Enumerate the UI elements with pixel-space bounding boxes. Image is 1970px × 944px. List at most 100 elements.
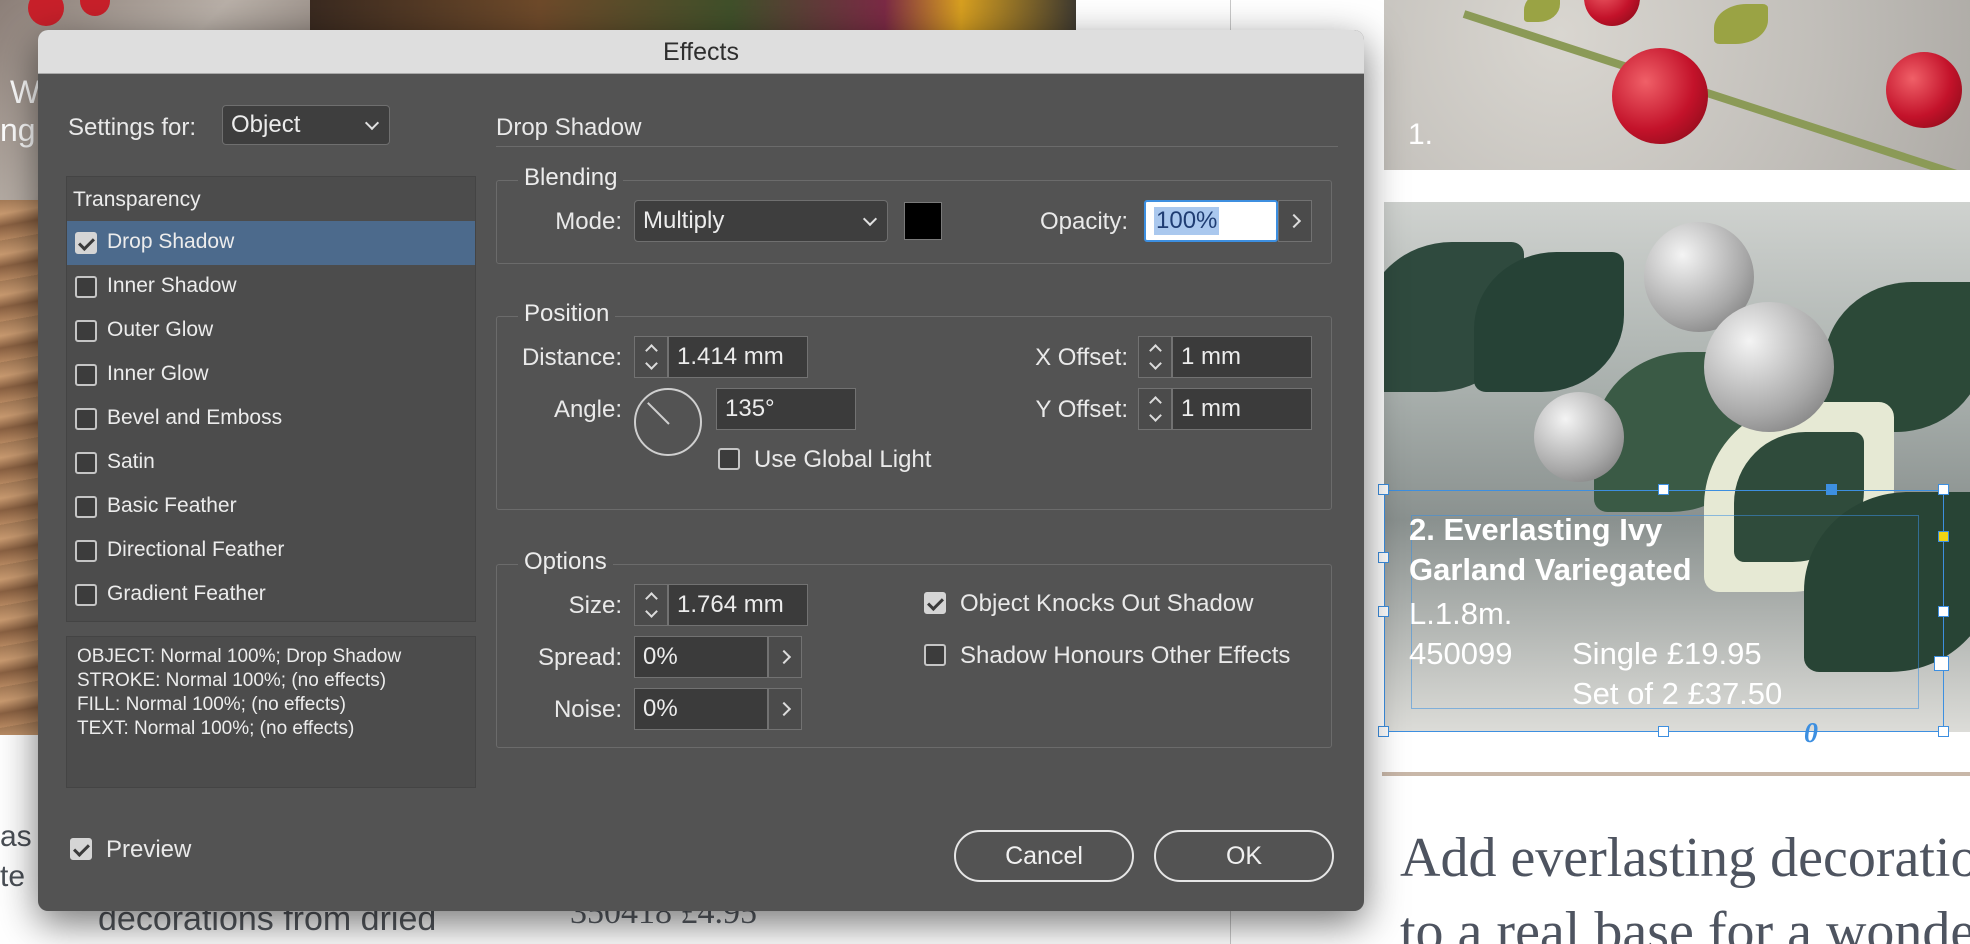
y-offset-value: 1 mm — [1181, 395, 1241, 422]
summary-line: STROKE: Normal 100%; (no effects) — [77, 670, 387, 691]
effects-list: Transparency Drop Shadow Inner Shadow Ou… — [66, 176, 476, 622]
noise-value: 0% — [643, 695, 678, 722]
distance-value: 1.414 mm — [677, 343, 784, 370]
effect-label: Bevel and Emboss — [107, 406, 283, 429]
list-header-transparency[interactable]: Transparency — [73, 188, 201, 212]
page-text-fragment: te — [0, 860, 26, 893]
effect-checkbox[interactable] — [75, 232, 97, 254]
page-body-line: Add everlasting decoratio — [1400, 827, 1970, 889]
effect-item-gradient-feather[interactable]: Gradient Feather — [67, 573, 475, 617]
summary-line: FILL: Normal 100%; (no effects) — [77, 694, 346, 715]
effects-dialog: Effects Settings for: Object Transparenc… — [38, 30, 1364, 911]
photo-number: 1. — [1408, 118, 1434, 151]
photo-wood — [0, 200, 42, 735]
x-offset-value: 1 mm — [1181, 343, 1241, 370]
frame-out-port[interactable] — [1934, 656, 1949, 671]
effect-item-drop-shadow[interactable]: Drop Shadow — [67, 221, 475, 265]
cancel-button[interactable]: Cancel — [954, 830, 1134, 882]
effects-summary: OBJECT: Normal 100%; Drop Shadow STROKE:… — [66, 636, 476, 788]
spread-label: Spread: — [537, 644, 622, 671]
x-offset-input[interactable]: 1 mm — [1172, 336, 1312, 378]
frame-handle[interactable] — [1658, 484, 1669, 495]
frame-handle[interactable] — [1378, 484, 1389, 495]
effect-checkbox[interactable] — [75, 364, 97, 386]
mode-label: Mode: — [555, 208, 622, 235]
effect-item-satin[interactable]: Satin — [67, 441, 475, 485]
frame-title-line: Garland Variegated — [1409, 552, 1692, 587]
size-label: Size: — [568, 592, 622, 619]
effect-item-directional-feather[interactable]: Directional Feather — [67, 529, 475, 573]
effect-label: Directional Feather — [107, 538, 285, 561]
chevron-down-icon — [862, 211, 878, 227]
frame-handle[interactable] — [1378, 552, 1389, 563]
noise-label: Noise: — [553, 696, 622, 723]
ornament — [1534, 392, 1624, 482]
opacity-input[interactable]: 100% — [1144, 200, 1278, 242]
effect-label: Inner Shadow — [107, 274, 237, 297]
effect-checkbox[interactable] — [75, 540, 97, 562]
effect-label: Basic Feather — [107, 494, 237, 517]
size-input[interactable]: 1.764 mm — [668, 584, 808, 626]
photo-vegetables — [310, 0, 1076, 30]
text-link-icon: 0 — [1804, 718, 1818, 749]
frame-handle[interactable] — [1378, 726, 1389, 737]
use-global-light-label: Use Global Light — [754, 446, 932, 473]
noise-input[interactable]: 0% — [634, 688, 768, 730]
preview-checkbox[interactable] — [70, 838, 92, 860]
angle-dial-icon[interactable] — [634, 388, 702, 456]
frame-handle[interactable] — [1938, 726, 1949, 737]
frame-handle[interactable] — [1938, 606, 1949, 617]
ok-button[interactable]: OK — [1154, 830, 1334, 882]
berry — [28, 0, 64, 26]
frame-handle[interactable] — [1938, 484, 1949, 495]
settings-for-dropdown[interactable]: Object — [222, 105, 390, 145]
angle-value: 135° — [725, 395, 775, 422]
dialog-title: Effects — [663, 38, 739, 66]
berry — [80, 0, 110, 16]
effect-checkbox[interactable] — [75, 408, 97, 430]
opacity-popup-button[interactable] — [1278, 200, 1312, 242]
effect-checkbox[interactable] — [75, 452, 97, 474]
page-body-line: to a real base for a wonde — [1400, 901, 1970, 944]
blend-mode-value: Multiply — [643, 207, 725, 234]
x-offset-stepper[interactable] — [1138, 336, 1172, 378]
effect-item-bevel-emboss[interactable]: Bevel and Emboss — [67, 397, 475, 441]
distance-stepper[interactable] — [634, 336, 668, 378]
effect-checkbox[interactable] — [75, 320, 97, 342]
frame-handle[interactable] — [1826, 484, 1837, 495]
blend-mode-dropdown[interactable]: Multiply — [634, 200, 888, 242]
opacity-value: 100% — [1154, 207, 1220, 235]
spread-input[interactable]: 0% — [634, 636, 768, 678]
noise-popup-button[interactable] — [768, 688, 802, 730]
y-offset-stepper[interactable] — [1138, 388, 1172, 430]
effect-checkbox[interactable] — [75, 496, 97, 518]
shadow-color-swatch[interactable] — [904, 202, 942, 240]
distance-input[interactable]: 1.414 mm — [668, 336, 808, 378]
leaf — [1714, 4, 1768, 44]
dialog-titlebar[interactable]: Effects — [38, 30, 1364, 74]
spread-popup-button[interactable] — [768, 636, 802, 678]
page-divider — [1382, 772, 1970, 776]
y-offset-input[interactable]: 1 mm — [1172, 388, 1312, 430]
angle-label: Angle: — [553, 396, 622, 423]
effect-item-outer-glow[interactable]: Outer Glow — [67, 309, 475, 353]
size-stepper[interactable] — [634, 584, 668, 626]
frame-handle[interactable] — [1658, 726, 1669, 737]
effect-checkbox[interactable] — [75, 276, 97, 298]
shadow-honours-checkbox[interactable] — [924, 644, 946, 666]
berry — [1612, 48, 1708, 144]
object-knocks-out-checkbox[interactable] — [924, 592, 946, 614]
x-offset-label: X Offset: — [1035, 344, 1128, 371]
page-text-fragment: as — [0, 820, 32, 853]
angle-input[interactable]: 135° — [716, 388, 856, 430]
effect-item-inner-shadow[interactable]: Inner Shadow — [67, 265, 475, 309]
opacity-label: Opacity: — [1039, 208, 1128, 235]
effect-item-basic-feather[interactable]: Basic Feather — [67, 485, 475, 529]
frame-corner-option[interactable] — [1938, 531, 1949, 542]
frame-handle[interactable] — [1378, 606, 1389, 617]
effect-checkbox[interactable] — [75, 584, 97, 606]
chevron-down-icon — [364, 115, 380, 131]
distance-label: Distance: — [521, 344, 622, 371]
use-global-light-checkbox[interactable] — [718, 448, 740, 470]
effect-item-inner-glow[interactable]: Inner Glow — [67, 353, 475, 397]
